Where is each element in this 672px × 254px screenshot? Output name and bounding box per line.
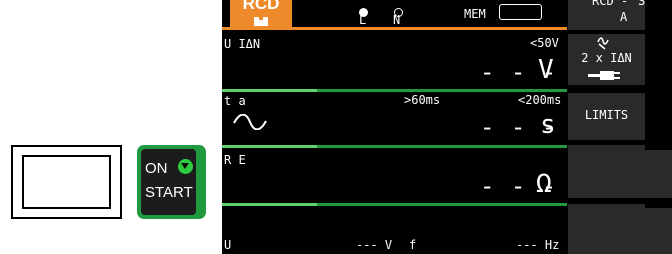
softkey-edge-1 — [645, 150, 672, 198]
softkey-blank-1[interactable] — [568, 145, 645, 198]
hardware-key-face — [22, 155, 111, 209]
device-display: RCD L N MEM U IΔN <50V - - - V t a >60ms… — [222, 0, 672, 254]
footer-u-label: U — [224, 238, 232, 252]
wave-arrow-icon — [597, 37, 609, 50]
socket-icon — [254, 17, 268, 26]
footer-voltage-value: --- V — [356, 238, 393, 252]
on-start-face: ON START — [141, 149, 196, 215]
softkey-limits[interactable]: LIMITS — [568, 93, 645, 140]
footer-frequency-value: --- Hz — [516, 238, 560, 252]
unit-ohm: Ω — [536, 169, 552, 199]
plug-icon — [588, 71, 622, 81]
triangle-down-icon — [178, 159, 193, 174]
softkey-2x-idn-label: 2 x IΔN — [581, 51, 632, 65]
row-divider — [222, 203, 567, 206]
softkey-2x-idn[interactable]: 2 x IΔN — [568, 34, 645, 85]
on-start-button[interactable]: ON START — [137, 145, 206, 219]
hardware-key[interactable] — [11, 145, 122, 219]
display-header: RCD L N MEM — [222, 0, 567, 29]
header-accent-line — [222, 27, 567, 30]
probe-l-label: L — [359, 13, 367, 27]
softkey-edge-2 — [645, 208, 672, 254]
unit-s: s — [540, 110, 556, 140]
softkey-rcd-a: A — [620, 10, 628, 24]
softkey-blank-2[interactable] — [568, 204, 645, 254]
limit-u: <50V — [530, 36, 559, 50]
mem-label: MEM — [464, 7, 486, 21]
limit-t-min: >60ms — [404, 93, 441, 107]
softkey-limits-label: LIMITS — [584, 108, 629, 122]
row-divider — [222, 145, 567, 148]
unit-v: V — [538, 55, 554, 85]
param-ta: t a — [224, 94, 246, 108]
param-u-idn: U IΔN — [224, 37, 261, 51]
softkey-rcd-label: RCD - — [592, 0, 629, 8]
on-label: ON — [145, 160, 168, 177]
start-label: START — [145, 184, 193, 201]
probe-n-label: N — [393, 13, 401, 27]
limit-t-max: <200ms — [518, 93, 562, 107]
mode-tab-rcd[interactable]: RCD — [230, 0, 292, 27]
footer-f-label: f — [409, 238, 417, 252]
softkey-rcd-type[interactable]: RCD - S A — [568, 0, 645, 30]
mem-indicator-icon — [499, 4, 542, 20]
mode-label: RCD — [242, 0, 280, 13]
row-divider — [222, 89, 567, 92]
param-re: R E — [224, 153, 246, 167]
sine-wave-icon — [233, 114, 267, 130]
